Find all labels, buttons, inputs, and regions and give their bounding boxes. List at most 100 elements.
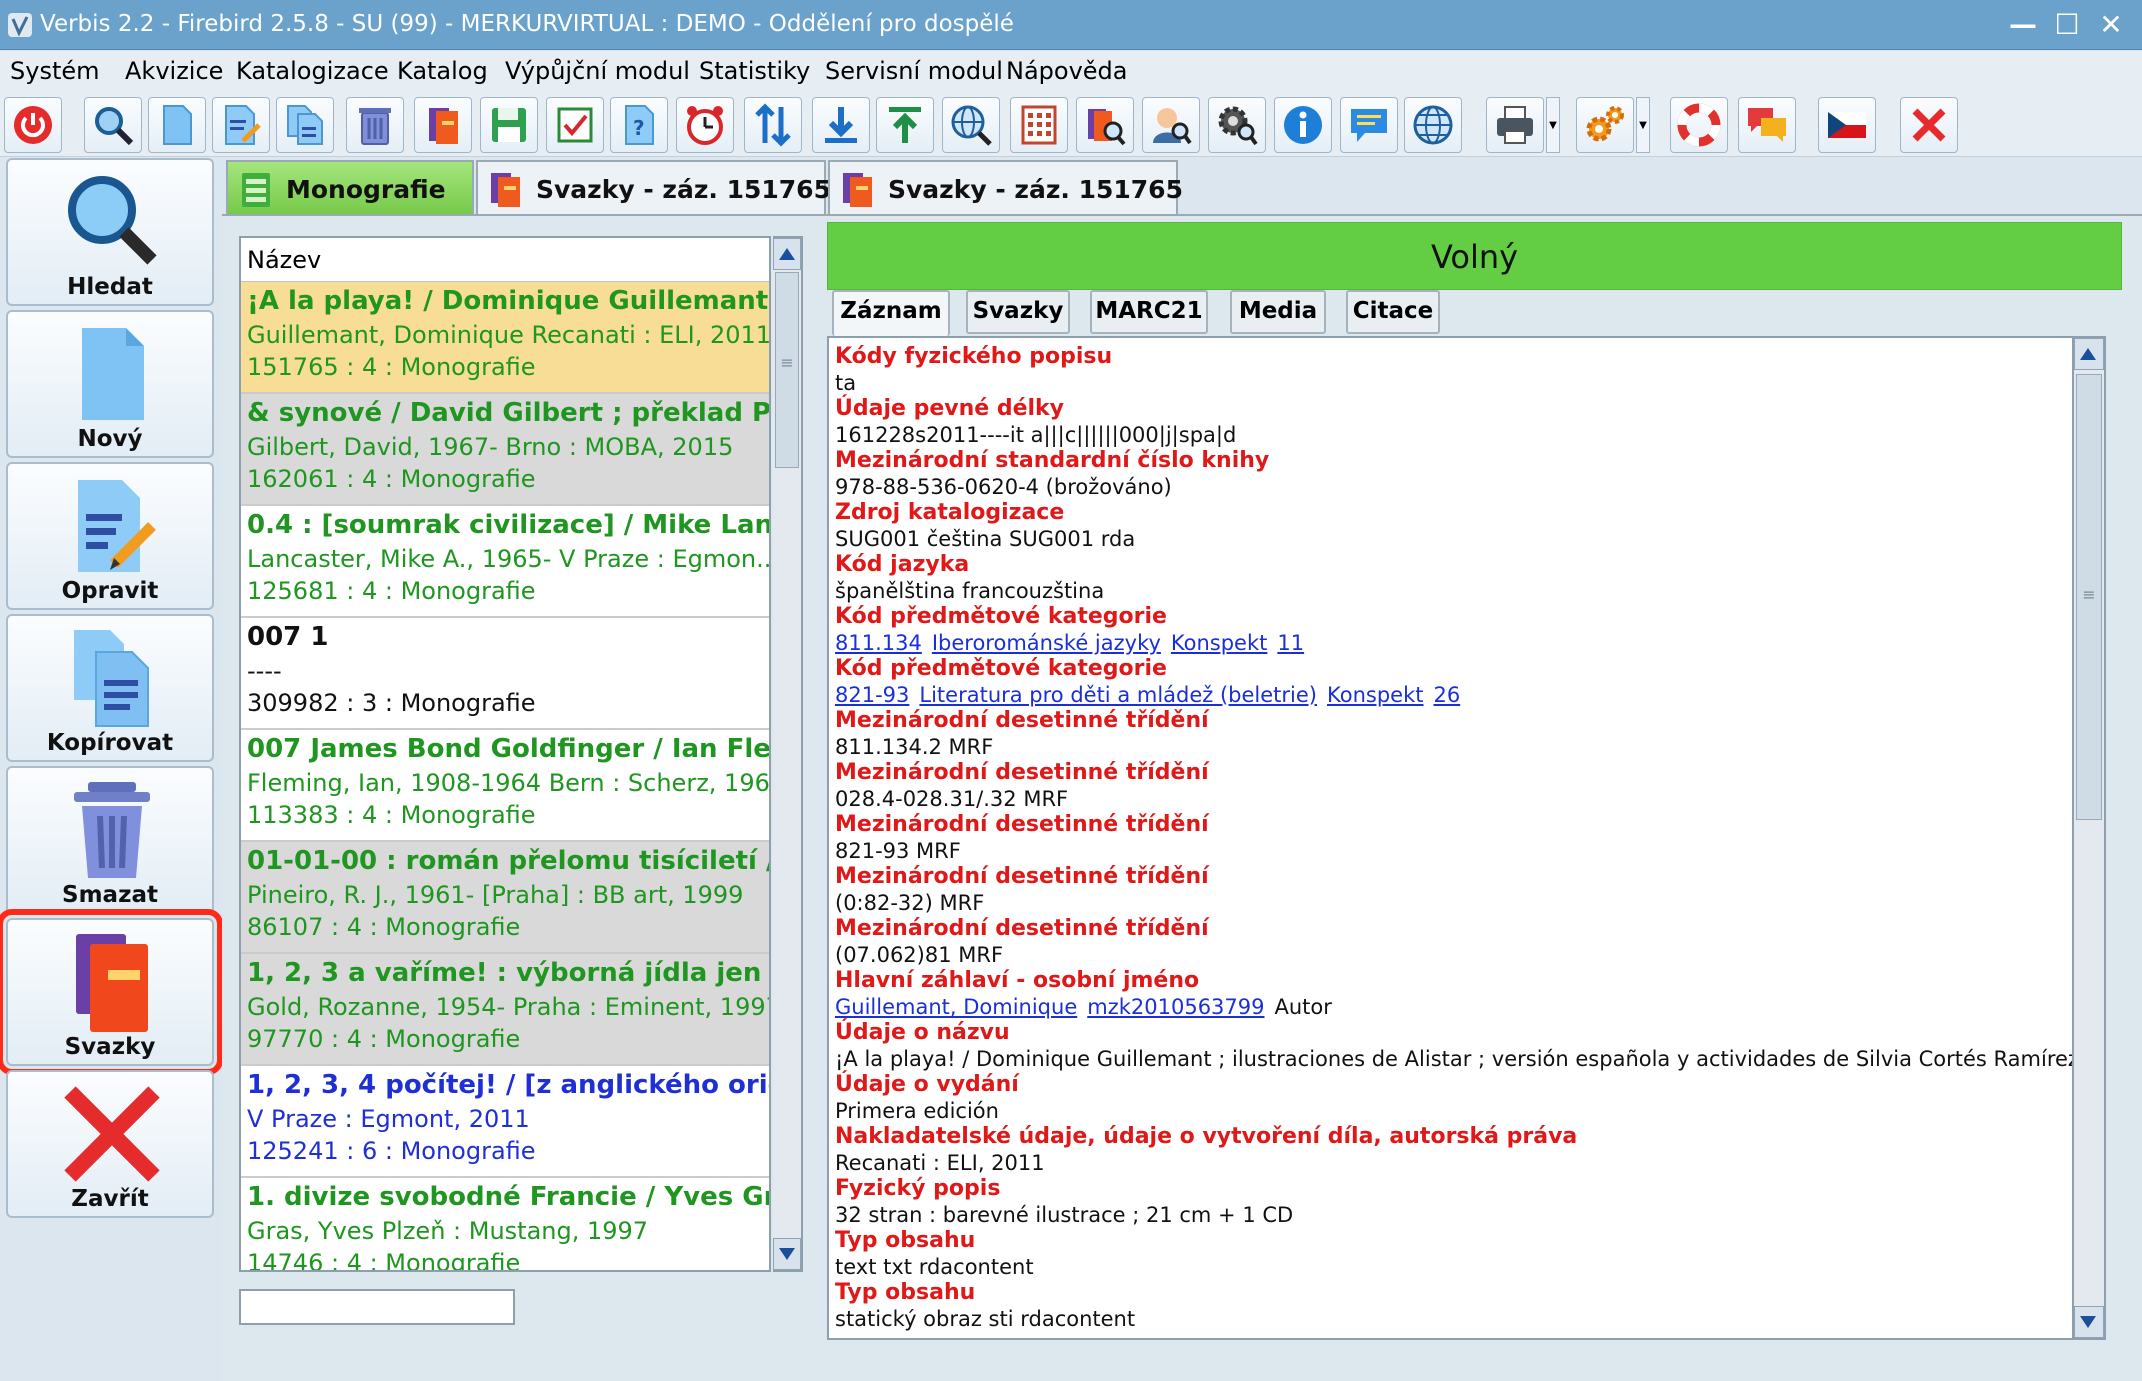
download-button[interactable]	[812, 97, 870, 153]
field-link[interactable]: mzk2010563799	[1087, 995, 1264, 1019]
check-button[interactable]	[546, 97, 604, 153]
list-item[interactable]: 007 James Bond Goldfinger / Ian Flemi...…	[241, 730, 769, 842]
reader-search-button[interactable]	[1142, 97, 1200, 153]
tab-zaznam[interactable]: Záznam	[832, 290, 950, 336]
new-button[interactable]	[148, 97, 206, 153]
field-label: Typ obsahu	[835, 1280, 976, 1305]
list-item[interactable]: 0.4 : [soumrak civilizace] / Mike Lanc..…	[241, 506, 769, 618]
field-link[interactable]: 26	[1433, 683, 1460, 707]
exit-button[interactable]	[1900, 97, 1958, 153]
print-dropdown[interactable]: ▼	[1546, 97, 1560, 153]
gears-icon	[1586, 106, 1624, 142]
list-item[interactable]: & synové / David Gilbert ; překlad Pet..…	[241, 394, 769, 506]
tab-media[interactable]: Media	[1230, 290, 1326, 334]
volumes-action-button[interactable]: Svazky	[0, 909, 223, 1075]
arrow-down-icon	[2080, 1316, 2096, 1328]
menu-katalog[interactable]: Katalog	[397, 57, 488, 85]
field-link[interactable]: Konspekt	[1171, 631, 1267, 655]
menu-akvizice[interactable]: Akvizice	[125, 57, 223, 85]
copy-action-button[interactable]: Kopírovat	[6, 614, 214, 762]
internet-button[interactable]	[1404, 97, 1462, 153]
alarm-button[interactable]	[676, 97, 734, 153]
field-link[interactable]: 11	[1277, 631, 1304, 655]
upload-button[interactable]	[876, 97, 934, 153]
field-value: 811.134 Iberorománské jazyky Konspekt 11	[835, 631, 1314, 655]
settings-dropdown[interactable]: ▼	[1636, 97, 1650, 153]
maximize-button[interactable]: ☐	[2050, 8, 2084, 42]
support-button[interactable]	[1670, 97, 1728, 153]
close-action-button[interactable]: Zavřít	[6, 1070, 214, 1218]
scroll-down-button[interactable]	[773, 1238, 801, 1270]
tab-marc21-label: MARC21	[1095, 298, 1203, 324]
settings-search-icon	[1218, 106, 1258, 146]
list-item[interactable]: 01-01-00 : román přelomu tisíciletí / ..…	[241, 842, 769, 954]
tab-marc21[interactable]: MARC21	[1090, 290, 1208, 334]
scroll-thumb[interactable]: ≡	[2076, 374, 2102, 820]
list-scrollbar[interactable]: ≡	[773, 236, 803, 1272]
help-button[interactable]: ?	[610, 97, 668, 153]
field-value: 811.134.2 MRF	[835, 735, 994, 759]
search-action-button[interactable]: Hledat	[6, 158, 214, 306]
column-header-nazev[interactable]: Název	[247, 246, 321, 274]
print-button[interactable]	[1486, 97, 1544, 153]
field-label: Zdroj katalogizace	[835, 500, 1065, 525]
field-link[interactable]: 811.134	[835, 631, 922, 655]
checklist-icon	[557, 107, 593, 143]
scroll-up-button[interactable]	[2074, 338, 2104, 370]
field-link[interactable]: Guillemant, Dominique	[835, 995, 1077, 1019]
list-item-author: Gras, Yves Plzeň : Mustang, 1997	[247, 1217, 649, 1245]
settings-button[interactable]	[1576, 97, 1634, 153]
power-button[interactable]	[4, 97, 62, 153]
field-link[interactable]: Literatura pro děti a mládež (beletrie)	[919, 683, 1317, 707]
tab-svazky-1[interactable]: Svazky - záz. 151765	[476, 160, 831, 214]
sort-button[interactable]	[744, 97, 802, 153]
field-link[interactable]: Konspekt	[1327, 683, 1423, 707]
edit-action-button[interactable]: Opravit	[6, 462, 214, 610]
menu-napoveda[interactable]: Nápověda	[1006, 57, 1128, 85]
menu-system[interactable]: Systém	[10, 57, 100, 85]
list-item[interactable]: 1. divize svobodné Francie / Yves Gra...…	[241, 1178, 769, 1270]
list-item[interactable]: 1, 2, 3 a vaříme! : výborná jídla jen ze…	[241, 954, 769, 1066]
copy-button[interactable]	[276, 97, 334, 153]
language-button[interactable]	[1818, 97, 1876, 153]
list-item[interactable]: ¡A la playa! / Dominique Guillemant ; il…	[241, 282, 769, 394]
menu-servisni-modul[interactable]: Servisní modul	[825, 57, 1003, 85]
save-button[interactable]	[480, 97, 538, 153]
tab-citace[interactable]: Citace	[1346, 290, 1440, 334]
tab-svazky[interactable]: Svazky	[966, 290, 1070, 334]
quick-search-input[interactable]	[241, 1291, 513, 1323]
search-button[interactable]	[84, 97, 142, 153]
chat-button[interactable]	[1738, 97, 1796, 153]
menu-vypujcni-modul[interactable]: Výpůjční modul	[505, 57, 690, 85]
field-link[interactable]: 821-93	[835, 683, 909, 707]
search-icon	[68, 176, 157, 265]
minimize-button[interactable]: —	[2006, 8, 2040, 42]
field-link[interactable]: Iberorománské jazyky	[932, 631, 1161, 655]
field-label: Mezinárodní standardní číslo knihy	[835, 448, 1270, 473]
list-item[interactable]: 007 1 ---- 309982 : 3 : Monografie	[241, 618, 769, 730]
web-search-button[interactable]	[942, 97, 1000, 153]
book-search-button[interactable]	[1076, 97, 1134, 153]
info-button[interactable]	[1274, 97, 1332, 153]
close-window-button[interactable]: ✕	[2094, 8, 2128, 42]
menu-statistiky[interactable]: Statistiky	[699, 57, 810, 85]
tab-svazky-2[interactable]: Svazky - záz. 151765	[828, 160, 1183, 214]
tab-monografie[interactable]: Monografie	[226, 160, 474, 216]
scroll-down-button[interactable]	[2074, 1306, 2104, 1338]
delete-action-button[interactable]: Smazat	[6, 766, 214, 914]
calculator-button[interactable]	[1010, 97, 1068, 153]
scroll-up-button[interactable]	[773, 238, 801, 270]
menu-katalogizace[interactable]: Katalogizace	[236, 57, 389, 85]
message-button[interactable]	[1340, 97, 1398, 153]
new-action-button[interactable]: Nový	[6, 310, 214, 458]
quick-search-field[interactable]	[239, 1289, 515, 1325]
delete-button[interactable]	[346, 97, 404, 153]
list-item[interactable]: 1, 2, 3, 4 počítej! / [z anglického orig…	[241, 1066, 769, 1178]
field-value: statický obraz sti rdacontent	[835, 1307, 1136, 1331]
scroll-thumb[interactable]: ≡	[775, 272, 799, 468]
edit-button[interactable]	[212, 97, 270, 153]
close-icon	[64, 1086, 160, 1182]
volumes-button[interactable]	[414, 97, 472, 153]
record-scrollbar[interactable]: ≡	[2074, 336, 2106, 1340]
system-search-button[interactable]	[1208, 97, 1266, 153]
